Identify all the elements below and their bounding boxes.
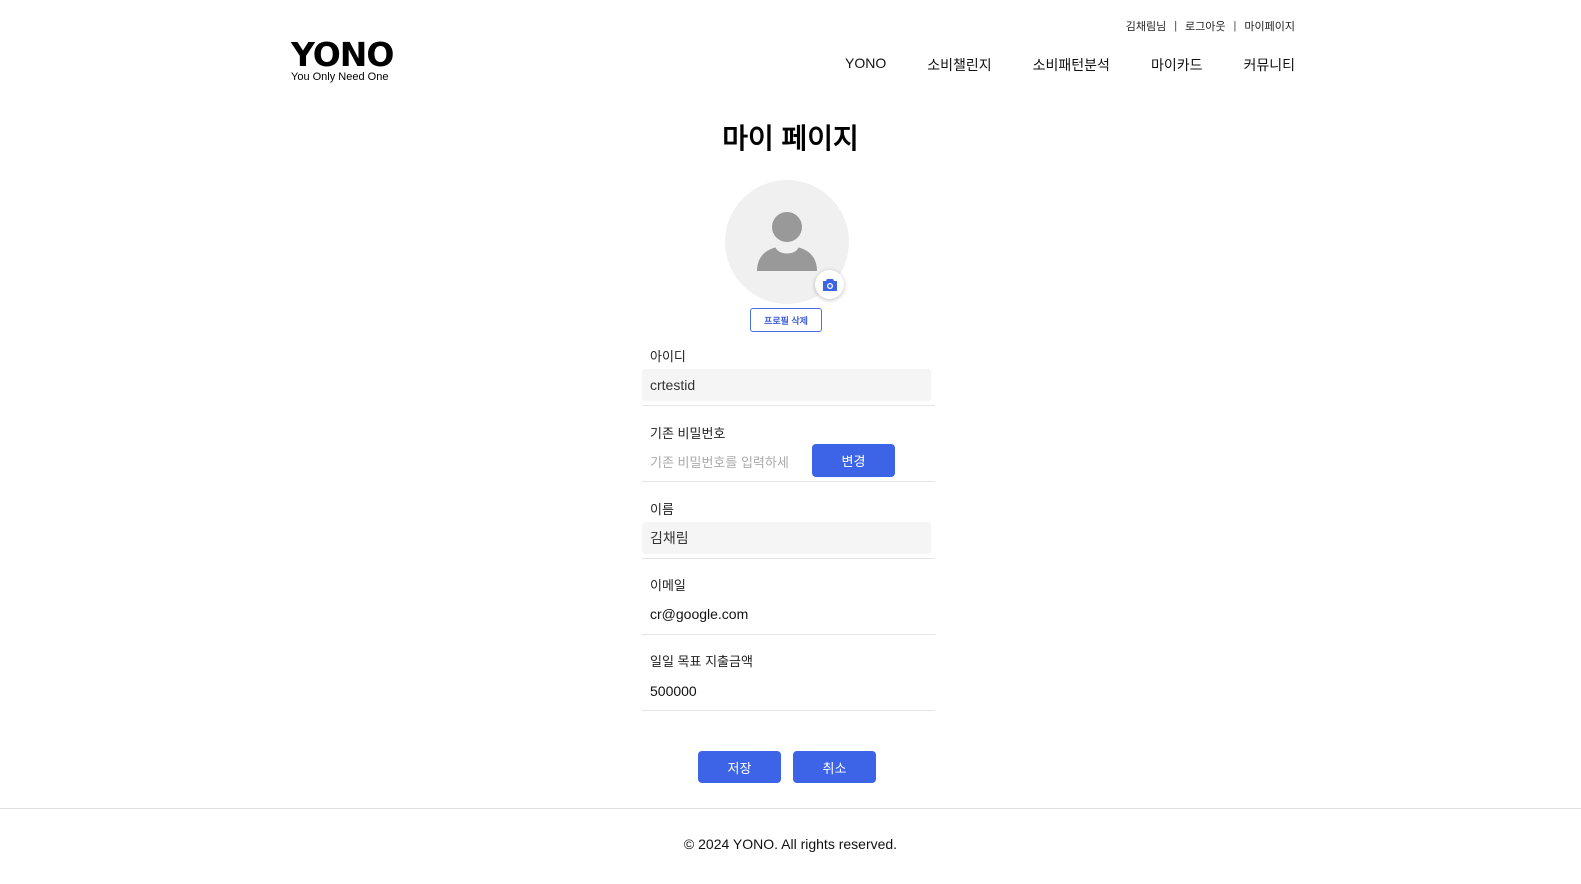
email-label: 이메일 (650, 578, 686, 593)
change-password-button[interactable]: 변경 (812, 444, 895, 477)
user-greeting-link[interactable]: 김채림님 (1126, 18, 1166, 34)
my-page: 김채림님 | 로그아웃 | 마이페이지 YONO You Only Need O… (0, 0, 1581, 884)
utility-nav: 김채림님 | 로그아웃 | 마이페이지 (1126, 18, 1295, 34)
daily-goal-label: 일일 목표 지출금액 (650, 654, 753, 669)
mypage-link[interactable]: 마이페이지 (1244, 18, 1295, 34)
logo-title: YONO (291, 35, 394, 74)
password-field: 기존 비밀번호 변경 (642, 422, 935, 482)
footer: © 2024 YONO. All rights reserved. (0, 808, 1581, 884)
save-button[interactable]: 저장 (698, 751, 781, 783)
password-input[interactable] (642, 446, 817, 478)
logo[interactable]: YONO You Only Need One (291, 35, 394, 83)
daily-goal-field: 일일 목표 지출금액 500000 (642, 650, 935, 711)
page-title: 마이 페이지 (722, 123, 859, 154)
email-field: 이메일 cr@google.com (642, 574, 935, 635)
util-separator: | (1174, 20, 1178, 32)
nav-item-community[interactable]: 커뮤니티 (1243, 55, 1295, 75)
id-value: crtestid (642, 369, 931, 401)
nav-item-yono[interactable]: YONO (845, 55, 886, 75)
name-field: 이름 김채림 (642, 498, 935, 559)
nav-item-pattern-analysis[interactable]: 소비패턴분석 (1033, 55, 1110, 75)
id-label: 아이디 (650, 349, 686, 364)
copyright-text: © 2024 YONO. All rights reserved. (683, 836, 898, 852)
cancel-button[interactable]: 취소 (793, 751, 876, 783)
util-separator: | (1233, 20, 1237, 32)
delete-profile-button[interactable]: 프로필 삭제 (750, 308, 822, 332)
camera-icon (822, 278, 837, 291)
name-value: 김채림 (642, 522, 931, 554)
daily-goal-input[interactable]: 500000 (650, 683, 697, 699)
name-label: 이름 (650, 502, 674, 517)
logout-link[interactable]: 로그아웃 (1185, 18, 1225, 34)
nav-item-my-card[interactable]: 마이카드 (1151, 55, 1203, 75)
email-input[interactable]: cr@google.com (650, 606, 748, 622)
camera-button[interactable] (815, 270, 844, 299)
password-label: 기존 비밀번호 (650, 426, 726, 441)
id-field: 아이디 crtestid (642, 345, 935, 406)
logo-subtitle: You Only Need One (291, 71, 389, 83)
nav-item-challenge[interactable]: 소비챌린지 (927, 55, 991, 75)
main-nav: YONO 소비챌린지 소비패턴분석 마이카드 커뮤니티 (845, 55, 1295, 75)
